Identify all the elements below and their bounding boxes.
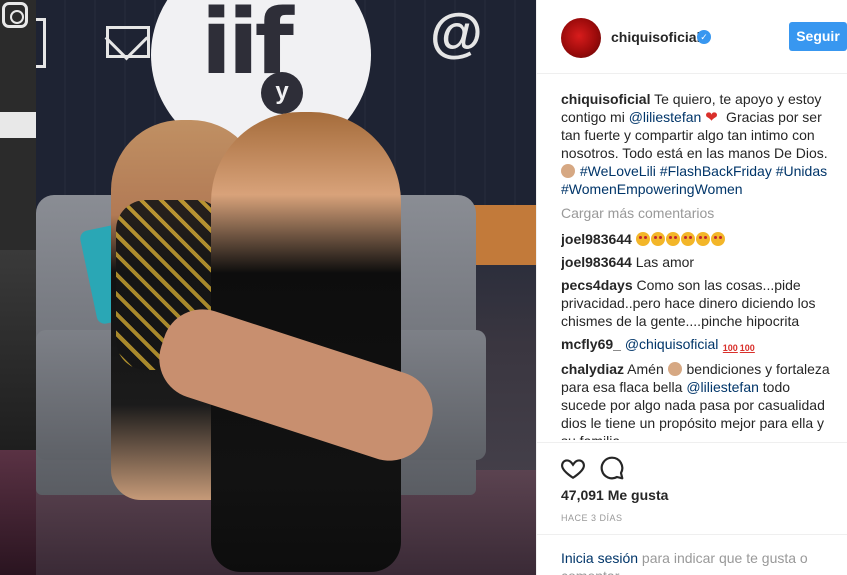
envelope-icon bbox=[106, 26, 150, 58]
hashtag[interactable]: #Unidas bbox=[776, 163, 827, 179]
hashtag[interactable]: #FlashBackFriday bbox=[660, 163, 772, 179]
heart-eyes-emoji-icon bbox=[695, 232, 710, 246]
at-sign-icon: @ bbox=[430, 3, 483, 63]
comment: chalydiaz Amén bendiciones y fortaleza p… bbox=[561, 360, 833, 440]
login-prompt-text: Inicia sesión para indicar que te gusta … bbox=[561, 549, 831, 575]
comment: pecs4days Como son las cosas...pide priv… bbox=[561, 276, 833, 330]
background-panel bbox=[0, 250, 36, 450]
heart-eyes-emoji-icon bbox=[665, 232, 680, 246]
comment-mention[interactable]: @chiquisoficial bbox=[625, 336, 719, 352]
avatar[interactable] bbox=[561, 18, 601, 58]
post-sidebar: chiquisoficial ✓ Seguir chiquisoficial T… bbox=[536, 0, 847, 575]
heart-outline-icon[interactable] bbox=[559, 455, 587, 481]
comment: joel983644 bbox=[561, 230, 833, 248]
comments-list[interactable]: chiquisoficial Te quiero, te apoyo y est… bbox=[561, 90, 833, 440]
red-heart-icon bbox=[705, 108, 721, 126]
background-strip bbox=[0, 0, 36, 575]
post-username[interactable]: chiquisoficial bbox=[611, 29, 700, 45]
comment-username[interactable]: mcfly69_ bbox=[561, 336, 621, 352]
hundred-points-emoji-icon: 100 bbox=[739, 341, 756, 355]
hashtag[interactable]: #WomenEmpoweringWomen bbox=[561, 181, 743, 197]
instagram-logo-icon bbox=[2, 2, 28, 28]
comment-mention[interactable]: @liliestefan bbox=[686, 379, 759, 395]
heart-eyes-emoji-icon bbox=[710, 232, 725, 246]
background-panel bbox=[0, 112, 36, 138]
comment-text: Las amor bbox=[635, 254, 695, 270]
praying-person-emoji-icon bbox=[667, 362, 682, 376]
show-logo-badge: y bbox=[261, 72, 303, 114]
speech-bubble-icon[interactable] bbox=[599, 455, 625, 481]
comment-username[interactable]: joel983644 bbox=[561, 254, 632, 270]
comment: mcfly69_ @chiquisoficial 100 100 bbox=[561, 335, 833, 355]
follow-button[interactable]: Seguir bbox=[789, 22, 847, 51]
heart-eyes-emoji-icon bbox=[650, 232, 665, 246]
heart-eyes-emoji-icon bbox=[680, 232, 695, 246]
hundred-points-emoji-icon: 100 bbox=[722, 341, 739, 355]
comment: joel983644 Las amor bbox=[561, 253, 833, 271]
post-header: chiquisoficial ✓ Seguir bbox=[537, 0, 847, 74]
post-actions: 47,091 Me gusta HACE 3 DÍAS bbox=[537, 442, 847, 534]
post-timestamp: HACE 3 DÍAS bbox=[561, 513, 623, 523]
comment-text: Amén bbox=[627, 361, 668, 377]
comment-username[interactable]: chalydiaz bbox=[561, 361, 624, 377]
caption-username[interactable]: chiquisoficial bbox=[561, 91, 650, 107]
load-more-comments-link[interactable]: Cargar más comentarios bbox=[561, 204, 833, 222]
login-link[interactable]: Inicia sesión bbox=[561, 550, 638, 566]
login-prompt: Inicia sesión para indicar que te gusta … bbox=[537, 534, 847, 575]
caption: chiquisoficial Te quiero, te apoyo y est… bbox=[561, 90, 833, 198]
person-emoji-icon bbox=[561, 164, 575, 178]
verified-badge-icon: ✓ bbox=[697, 30, 711, 44]
hashtag[interactable]: #WeLoveLili bbox=[580, 163, 656, 179]
heart-eyes-emoji-icon bbox=[635, 232, 650, 246]
background-panel bbox=[0, 450, 36, 575]
likes-count[interactable]: 47,091 Me gusta bbox=[561, 487, 668, 503]
post-photo[interactable]: iif y @ bbox=[36, 0, 536, 575]
comment-username[interactable]: pecs4days bbox=[561, 277, 633, 293]
caption-mention[interactable]: @liliestefan bbox=[629, 109, 702, 125]
comment-username[interactable]: joel983644 bbox=[561, 231, 632, 247]
decor-bracket bbox=[36, 18, 46, 68]
